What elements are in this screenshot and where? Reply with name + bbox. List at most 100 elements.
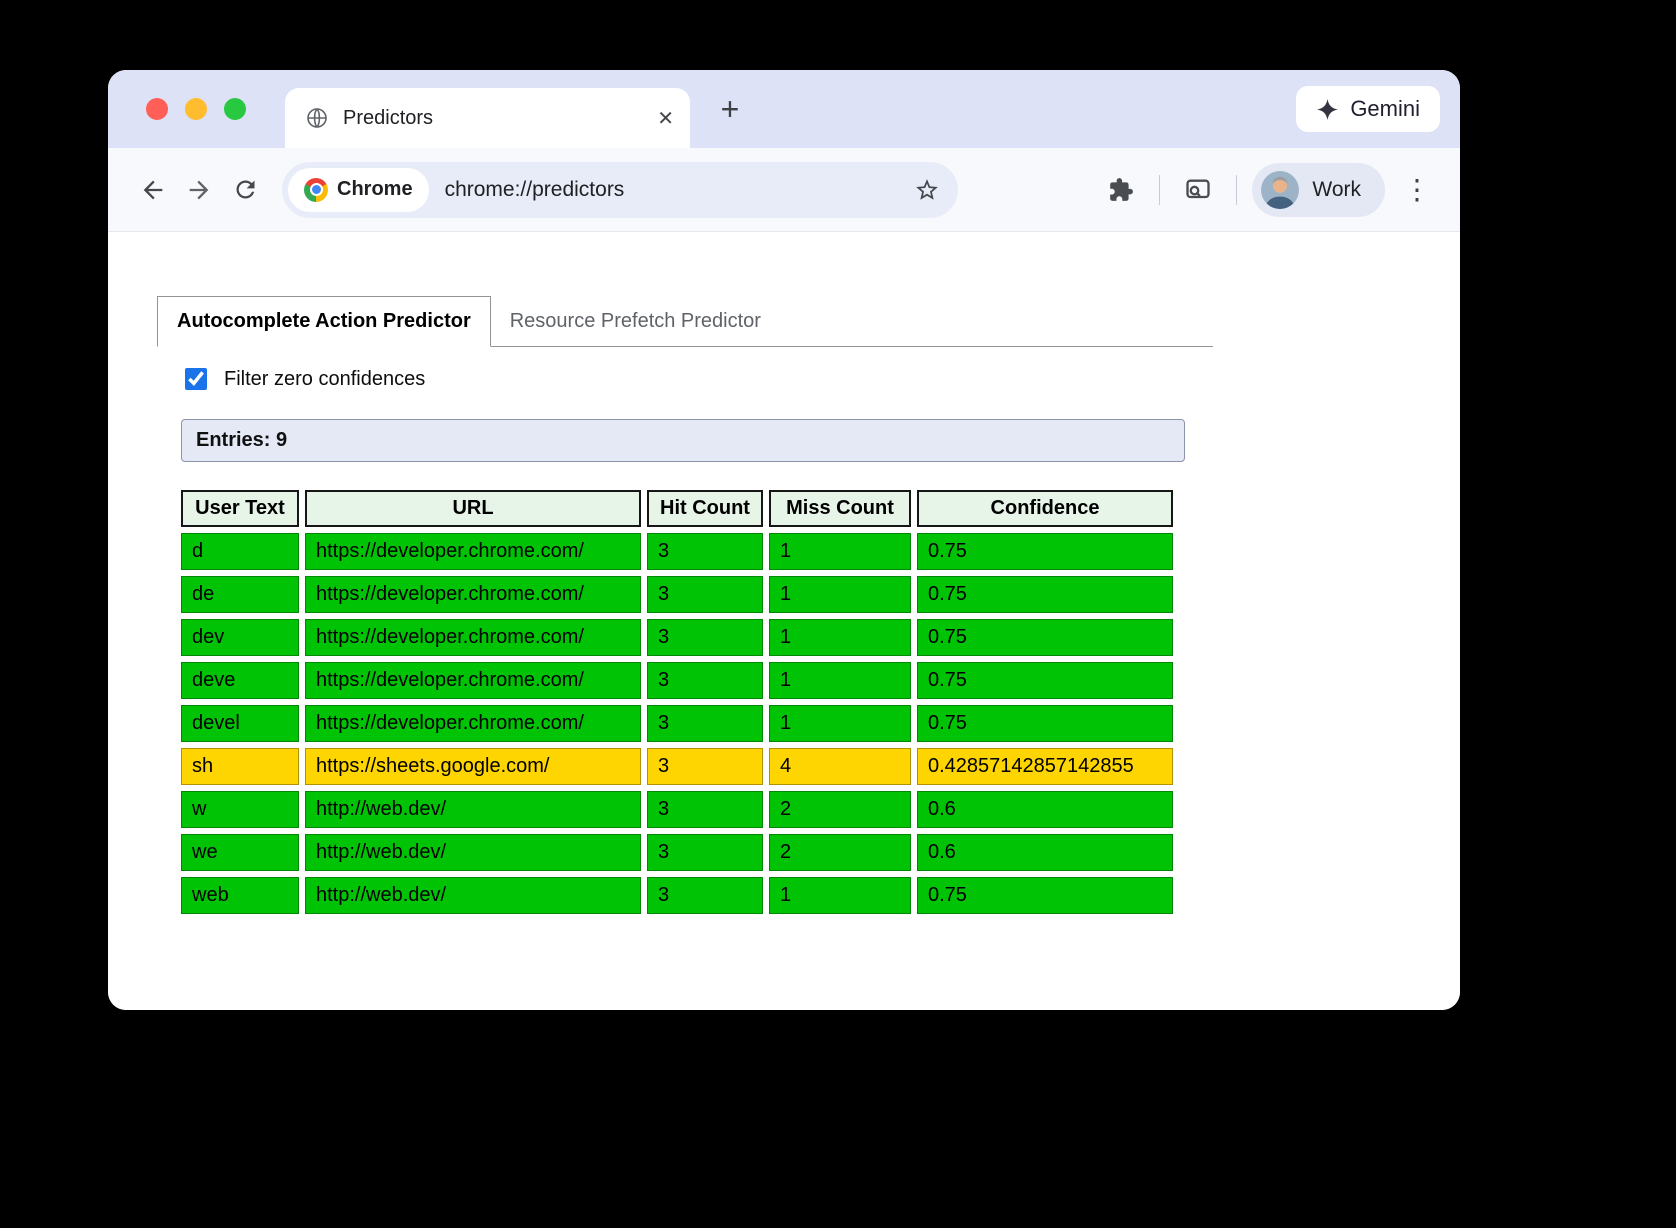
url-text[interactable]: chrome://predictors <box>445 178 914 202</box>
cell-user-text: sh <box>181 748 299 785</box>
column-header: URL <box>305 490 641 527</box>
browser-menu-button[interactable]: ⋮ <box>1400 173 1434 206</box>
cell-url: http://web.dev/ <box>305 834 641 871</box>
cell-url: https://developer.chrome.com/ <box>305 533 641 570</box>
cell-miss-count: 1 <box>769 662 911 699</box>
cell-user-text: dev <box>181 619 299 656</box>
table-row: de https://developer.chrome.com/ 3 1 0.7… <box>181 576 1173 613</box>
table-row: deve https://developer.chrome.com/ 3 1 0… <box>181 662 1173 699</box>
cell-user-text: w <box>181 791 299 828</box>
tab-autocomplete-action-predictor[interactable]: Autocomplete Action Predictor <box>157 296 491 347</box>
chrome-chip-label: Chrome <box>337 178 413 201</box>
toolbar-divider <box>1236 175 1237 205</box>
cell-hit-count: 3 <box>647 705 763 742</box>
predictor-table: User TextURLHit CountMiss CountConfidenc… <box>175 484 1179 920</box>
table-row: we http://web.dev/ 3 2 0.6 <box>181 834 1173 871</box>
cell-hit-count: 3 <box>647 748 763 785</box>
entries-count: Entries: 9 <box>181 419 1185 462</box>
forward-button[interactable] <box>176 167 222 213</box>
predictor-table-body: d https://developer.chrome.com/ 3 1 0.75… <box>181 533 1173 914</box>
cell-confidence: 0.42857142857142855 <box>917 748 1173 785</box>
bookmark-star-icon[interactable] <box>914 177 940 203</box>
globe-favicon-icon <box>305 106 329 130</box>
toolbar: Chrome chrome://predictors <box>108 148 1460 232</box>
table-row: devel https://developer.chrome.com/ 3 1 … <box>181 705 1173 742</box>
cell-hit-count: 3 <box>647 791 763 828</box>
cell-url: https://developer.chrome.com/ <box>305 619 641 656</box>
filter-row: Filter zero confidences <box>181 365 1460 393</box>
window-minimize-button[interactable] <box>185 98 207 120</box>
predictor-tabs: Autocomplete Action Predictor Resource P… <box>157 296 1213 347</box>
filter-checkbox-label: Filter zero confidences <box>224 368 425 391</box>
chrome-logo-icon <box>304 178 328 202</box>
column-header: Miss Count <box>769 490 911 527</box>
column-header: Hit Count <box>647 490 763 527</box>
cell-user-text: d <box>181 533 299 570</box>
cell-miss-count: 1 <box>769 877 911 914</box>
table-row: d https://developer.chrome.com/ 3 1 0.75 <box>181 533 1173 570</box>
cell-miss-count: 1 <box>769 705 911 742</box>
profile-name: Work <box>1312 178 1361 202</box>
cell-confidence: 0.75 <box>917 533 1173 570</box>
cell-miss-count: 1 <box>769 533 911 570</box>
reload-button[interactable] <box>222 167 268 213</box>
tab-title: Predictors <box>343 107 657 130</box>
browser-window: Predictors ✕ + Gemini <box>108 70 1460 1010</box>
address-bar[interactable]: Chrome chrome://predictors <box>282 162 958 218</box>
cell-hit-count: 3 <box>647 834 763 871</box>
window-controls <box>146 98 246 120</box>
page-content: Autocomplete Action Predictor Resource P… <box>108 232 1460 1010</box>
screen-search-button[interactable] <box>1175 167 1221 213</box>
cell-confidence: 0.75 <box>917 705 1173 742</box>
cell-url: http://web.dev/ <box>305 877 641 914</box>
cell-url: http://web.dev/ <box>305 791 641 828</box>
puzzle-icon <box>1108 177 1134 203</box>
window-fullscreen-button[interactable] <box>224 98 246 120</box>
screen-search-icon <box>1184 176 1212 204</box>
browser-tab-predictors[interactable]: Predictors ✕ <box>285 88 690 148</box>
cell-confidence: 0.75 <box>917 619 1173 656</box>
cell-miss-count: 2 <box>769 791 911 828</box>
table-row: sh https://sheets.google.com/ 3 4 0.4285… <box>181 748 1173 785</box>
extensions-button[interactable] <box>1098 167 1144 213</box>
cell-user-text: devel <box>181 705 299 742</box>
gemini-button[interactable]: Gemini <box>1296 86 1440 132</box>
chrome-site-chip[interactable]: Chrome <box>288 168 429 212</box>
cell-url: https://developer.chrome.com/ <box>305 705 641 742</box>
cell-miss-count: 2 <box>769 834 911 871</box>
profile-button[interactable]: Work <box>1252 163 1385 217</box>
cell-hit-count: 3 <box>647 662 763 699</box>
cell-confidence: 0.75 <box>917 576 1173 613</box>
cell-confidence: 0.75 <box>917 662 1173 699</box>
cell-miss-count: 1 <box>769 619 911 656</box>
tab-strip: Predictors ✕ + Gemini <box>108 70 1460 148</box>
gemini-sparkle-icon <box>1316 98 1339 121</box>
table-header-row: User TextURLHit CountMiss CountConfidenc… <box>181 490 1173 527</box>
cell-confidence: 0.6 <box>917 791 1173 828</box>
cell-user-text: de <box>181 576 299 613</box>
window-close-button[interactable] <box>146 98 168 120</box>
profile-avatar <box>1261 171 1299 209</box>
predictor-body: Filter zero confidences Entries: 9 User … <box>181 365 1460 920</box>
reload-icon <box>232 176 259 203</box>
cell-hit-count: 3 <box>647 877 763 914</box>
tab-close-icon[interactable]: ✕ <box>657 106 674 131</box>
column-header: User Text <box>181 490 299 527</box>
cell-miss-count: 1 <box>769 576 911 613</box>
back-arrow-icon <box>139 176 167 204</box>
cell-user-text: we <box>181 834 299 871</box>
cell-confidence: 0.75 <box>917 877 1173 914</box>
filter-zero-checkbox[interactable] <box>185 368 207 390</box>
back-button[interactable] <box>130 167 176 213</box>
cell-url: https://developer.chrome.com/ <box>305 576 641 613</box>
cell-hit-count: 3 <box>647 533 763 570</box>
cell-url: https://developer.chrome.com/ <box>305 662 641 699</box>
table-row: w http://web.dev/ 3 2 0.6 <box>181 791 1173 828</box>
table-row: dev https://developer.chrome.com/ 3 1 0.… <box>181 619 1173 656</box>
cell-confidence: 0.6 <box>917 834 1173 871</box>
cell-hit-count: 3 <box>647 619 763 656</box>
cell-user-text: deve <box>181 662 299 699</box>
new-tab-button[interactable]: + <box>708 87 752 131</box>
cell-miss-count: 4 <box>769 748 911 785</box>
tab-resource-prefetch-predictor[interactable]: Resource Prefetch Predictor <box>491 297 780 346</box>
